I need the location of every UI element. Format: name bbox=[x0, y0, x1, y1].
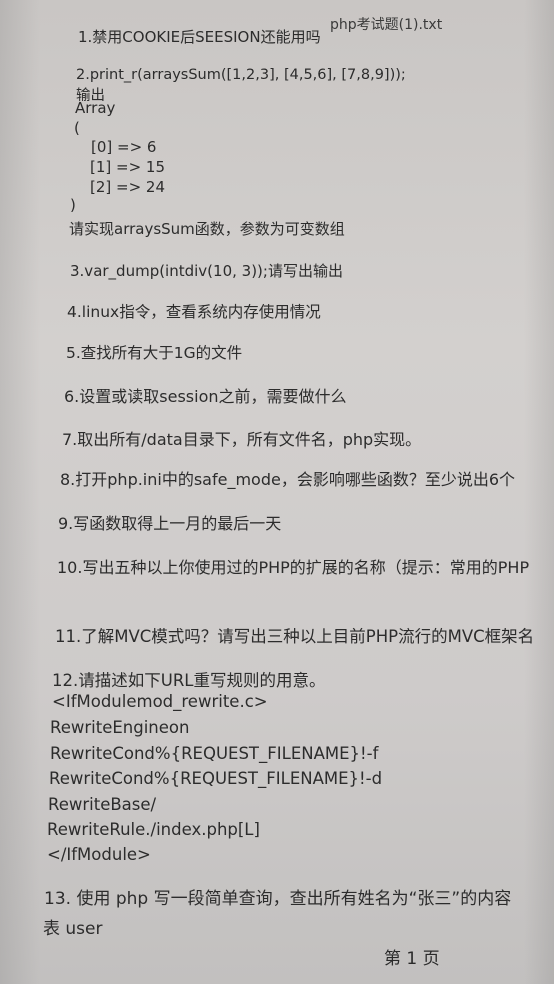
question-7: 7.取出所有/data目录下，所有文件名，php实现。 bbox=[62, 430, 422, 449]
page-shadow-left bbox=[0, 0, 40, 984]
output-open-paren: ( bbox=[74, 119, 80, 137]
question-2-task: 请实现arraysSum函数，参数为可变数组 bbox=[69, 220, 345, 238]
output-item-2: [2] => 24 bbox=[90, 178, 166, 196]
rewrite-line-3: RewriteCond%{REQUEST_FILENAME}!-f bbox=[50, 744, 379, 763]
question-13-table: 表 user bbox=[43, 919, 103, 939]
question-3: 3.var_dump(intdiv(10, 3));请写出输出 bbox=[70, 262, 343, 280]
rewrite-line-7: </IfModule> bbox=[47, 845, 151, 864]
question-6: 6.设置或读取session之前，需要做什么 bbox=[64, 387, 347, 406]
page-shadow-right bbox=[524, 0, 554, 984]
document-page: php考试题(1).txt 1.禁用COOKIE后SEESION还能用吗 2.p… bbox=[0, 0, 554, 984]
question-2: 2.print_r(arraysSum([1,2,3], [4,5,6], [7… bbox=[76, 67, 406, 83]
file-title: php考试题(1).txt bbox=[330, 17, 443, 33]
question-5: 5.查找所有大于1G的文件 bbox=[66, 344, 243, 362]
question-4: 4.linux指令，查看系统内存使用情况 bbox=[67, 303, 321, 321]
page-number: 第 1 页 bbox=[384, 949, 440, 969]
output-item-1: [1] => 15 bbox=[90, 158, 166, 176]
rewrite-line-1: <IfModulemod_rewrite.c> bbox=[52, 692, 268, 711]
question-9: 9.写函数取得上一月的最后一天 bbox=[58, 514, 282, 533]
question-11: 11.了解MVC模式吗？请写出三种以上目前PHP流行的MVC框架名 bbox=[55, 627, 535, 646]
question-1: 1.禁用COOKIE后SEESION还能用吗 bbox=[78, 28, 321, 46]
output-item-0: [0] => 6 bbox=[91, 138, 157, 156]
output-close-paren: ) bbox=[70, 196, 76, 214]
rewrite-line-2: RewriteEngineon bbox=[50, 718, 190, 737]
rewrite-line-6: RewriteRule./index.php[L] bbox=[47, 820, 260, 839]
rewrite-line-5: RewriteBase/ bbox=[48, 795, 157, 814]
question-8: 8.打开php.ini中的safe_mode，会影响哪些函数？至少说出6个 bbox=[60, 470, 516, 489]
output-array: Array bbox=[75, 99, 116, 117]
question-12: 12.请描述如下URL重写规则的用意。 bbox=[52, 671, 326, 690]
rewrite-line-4: RewriteCond%{REQUEST_FILENAME}!-d bbox=[49, 769, 383, 788]
question-10: 10.写出五种以上你使用过的PHP的扩展的名称（提示：常用的PHP bbox=[57, 558, 530, 577]
question-13: 13. 使用 php 写一段简单查询，查出所有姓名为“张三”的内容 bbox=[44, 889, 512, 909]
